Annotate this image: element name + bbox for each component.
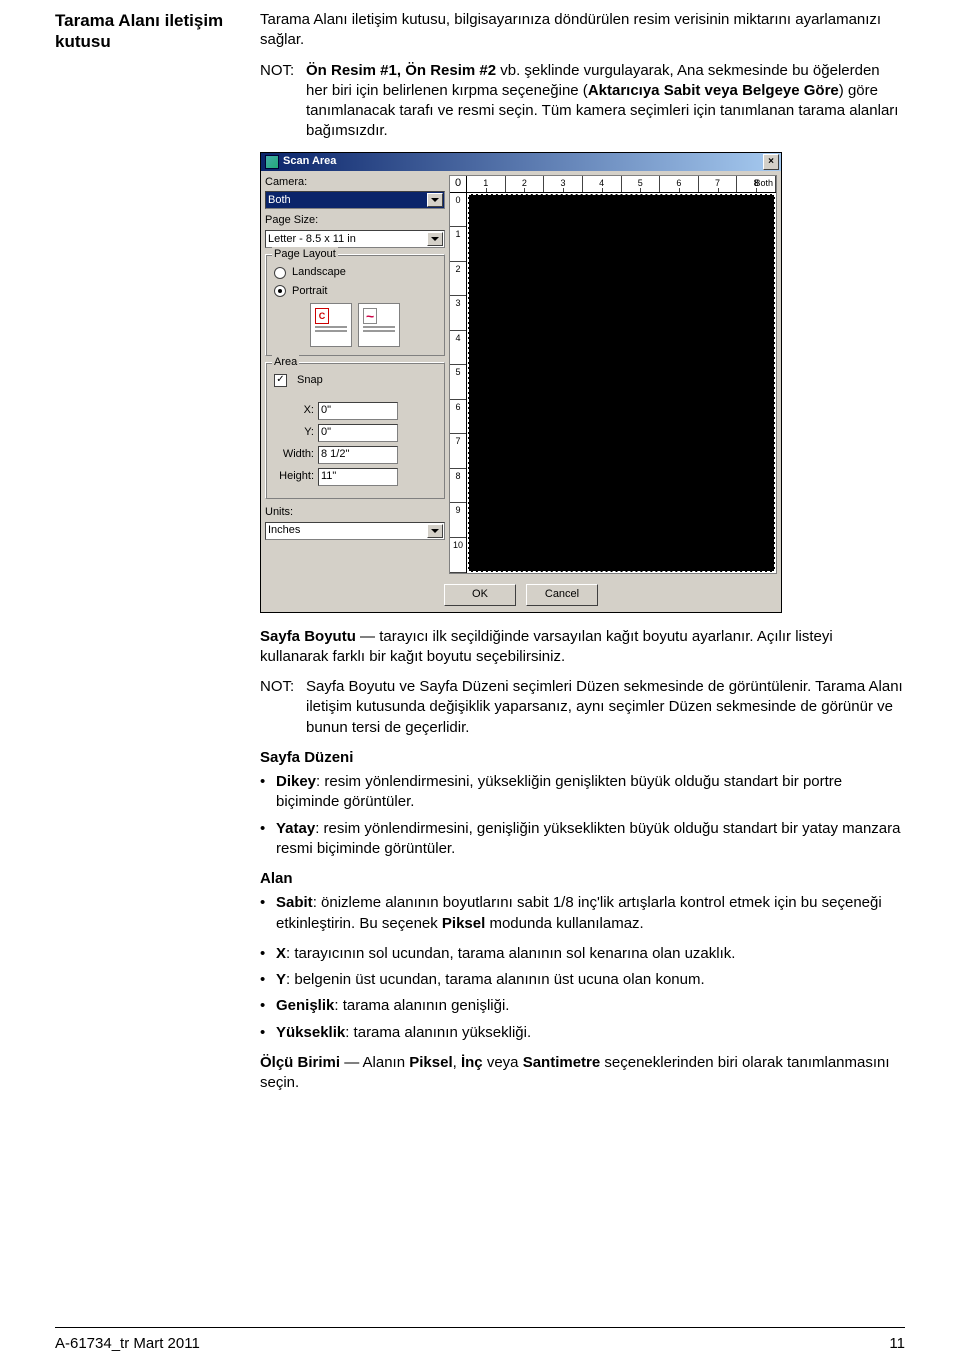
titlebar: Scan Area × (261, 153, 781, 171)
list-item: Genişlik: tarama alanının genişliği. (260, 996, 905, 1016)
horizontal-ruler: 0 Both 12345678 (450, 176, 776, 193)
note-1: NOT: Ön Resim #1, Ön Resim #2 vb. şeklin… (260, 61, 905, 142)
ruler-tick: 4 (450, 331, 466, 366)
page-size-heading: Sayfa Boyutu (260, 628, 356, 645)
page-layout-list: Dikey: resim yönlendirmesini, yüksekliği… (260, 772, 905, 859)
vertical-ruler: 012345678910 (450, 193, 467, 573)
page-footer: A-61734_tr Mart 2011 11 (55, 1327, 905, 1354)
page-layout-group: Page Layout Landscape Portrait (265, 254, 445, 356)
units-label: Units: (265, 505, 445, 520)
area-list: X: tarayıcının sol ucundan, tarama alanı… (260, 944, 905, 1043)
preview-area[interactable]: 0 Both 12345678 012345678910 (449, 175, 777, 574)
note-bold-lead: Ön Resim #1, Ön Resim #2 (306, 62, 496, 79)
note-bold-option: Aktarıcıya Sabit veya Belgeye Göre (588, 82, 839, 99)
list-item: X: tarayıcının sol ucundan, tarama alanı… (260, 944, 905, 964)
page-size-paragraph: Sayfa Boyutu — tarayıcı ilk seçildiğinde… (260, 627, 905, 668)
units-dropdown[interactable]: Inches (265, 522, 445, 540)
ruler-tick: 6 (660, 176, 699, 192)
ruler-tick: 2 (450, 262, 466, 297)
camera-label: Camera: (265, 175, 445, 190)
page-layout-heading: Sayfa Düzeni (260, 748, 905, 768)
chevron-down-icon (427, 524, 443, 538)
note-label: NOT: (260, 677, 306, 738)
checkbox-icon (274, 374, 287, 387)
area-list-sabit: Sabit: önizleme alanının boyutlarını sab… (260, 893, 905, 934)
note-2: NOT: Sayfa Boyutu ve Sayfa Düzeni seçiml… (260, 677, 905, 738)
x-input[interactable]: 0" (318, 402, 398, 420)
ruler-tick: 8 (737, 176, 776, 192)
section-title: Tarama Alanı iletişim kutusu (55, 10, 250, 53)
ruler-tick: 5 (622, 176, 661, 192)
ruler-tick: 7 (450, 434, 466, 469)
x-label: X: (274, 403, 314, 418)
ruler-tick: 6 (450, 400, 466, 435)
height-label: Height: (274, 469, 314, 484)
window-icon (265, 155, 279, 169)
height-input[interactable]: 11" (318, 468, 398, 486)
layout-portrait-radio[interactable]: Portrait (274, 284, 436, 299)
selection-rectangle[interactable] (468, 194, 775, 572)
camera-dropdown[interactable]: Both (265, 191, 445, 209)
y-input[interactable]: 0" (318, 424, 398, 442)
note-body: Ön Resim #1, Ön Resim #2 vb. şeklinde vu… (306, 61, 905, 142)
area-heading: Alan (260, 869, 905, 889)
page-size-dropdown[interactable]: Letter - 8.5 x 11 in (265, 230, 445, 248)
width-input[interactable]: 8 1/2" (318, 446, 398, 464)
note-body: Sayfa Boyutu ve Sayfa Düzeni seçimleri D… (306, 677, 905, 738)
intro-paragraph: Tarama Alanı iletişim kutusu, bilgisayar… (260, 10, 905, 51)
width-label: Width: (274, 447, 314, 462)
ruler-tick: 3 (450, 296, 466, 331)
ruler-tick: 7 (699, 176, 738, 192)
page-size-label: Page Size: (265, 213, 445, 228)
list-item: Yatay: resim yönlendirmesini, genişliğin… (260, 819, 905, 860)
cancel-button[interactable]: Cancel (526, 584, 598, 606)
layout-preview-icon: C (310, 303, 352, 347)
radio-icon (274, 285, 286, 297)
radio-icon (274, 267, 286, 279)
units-paragraph: Ölçü Birimi — Alanın Piksel, İnç veya Sa… (260, 1053, 905, 1094)
ruler-tick: 10 (450, 538, 466, 573)
ruler-tick: 5 (450, 365, 466, 400)
scan-area-dialog-screenshot: Scan Area × Camera: Both Page S (260, 152, 905, 613)
y-label: Y: (274, 425, 314, 440)
list-item: Yükseklik: tarama alanının yüksekliği. (260, 1023, 905, 1043)
close-icon[interactable]: × (763, 154, 779, 170)
layout-preview-icon (358, 303, 400, 347)
footer-left: A-61734_tr Mart 2011 (55, 1334, 200, 1354)
ruler-tick: 0 (450, 193, 466, 228)
layout-landscape-radio[interactable]: Landscape (274, 265, 436, 280)
list-item: Dikey: resim yönlendirmesini, yüksekliği… (260, 772, 905, 813)
units-heading: Ölçü Birimi (260, 1054, 340, 1071)
ruler-tick: 2 (506, 176, 545, 192)
note-label: NOT: (260, 61, 306, 142)
ruler-tick: 4 (583, 176, 622, 192)
ruler-tick: 8 (450, 469, 466, 504)
ruler-tick: 1 (467, 176, 506, 192)
window-title: Scan Area (283, 154, 763, 169)
ok-button[interactable]: OK (444, 584, 516, 606)
page-layout-group-title: Page Layout (272, 247, 338, 262)
scan-area-dialog: Scan Area × Camera: Both Page S (260, 152, 782, 613)
chevron-down-icon (427, 193, 443, 207)
footer-page-number: 11 (889, 1334, 905, 1354)
area-group: Area Snap X: 0" Y: (265, 362, 445, 499)
list-item: Sabit: önizleme alanının boyutlarını sab… (260, 893, 905, 934)
ruler-tick: 1 (450, 227, 466, 262)
snap-checkbox[interactable]: Snap (274, 373, 436, 388)
area-group-title: Area (272, 355, 299, 370)
list-item: Y: belgenin üst ucundan, tarama alanının… (260, 970, 905, 990)
ruler-tick: 9 (450, 503, 466, 538)
ruler-tick: 3 (544, 176, 583, 192)
chevron-down-icon (427, 232, 443, 246)
